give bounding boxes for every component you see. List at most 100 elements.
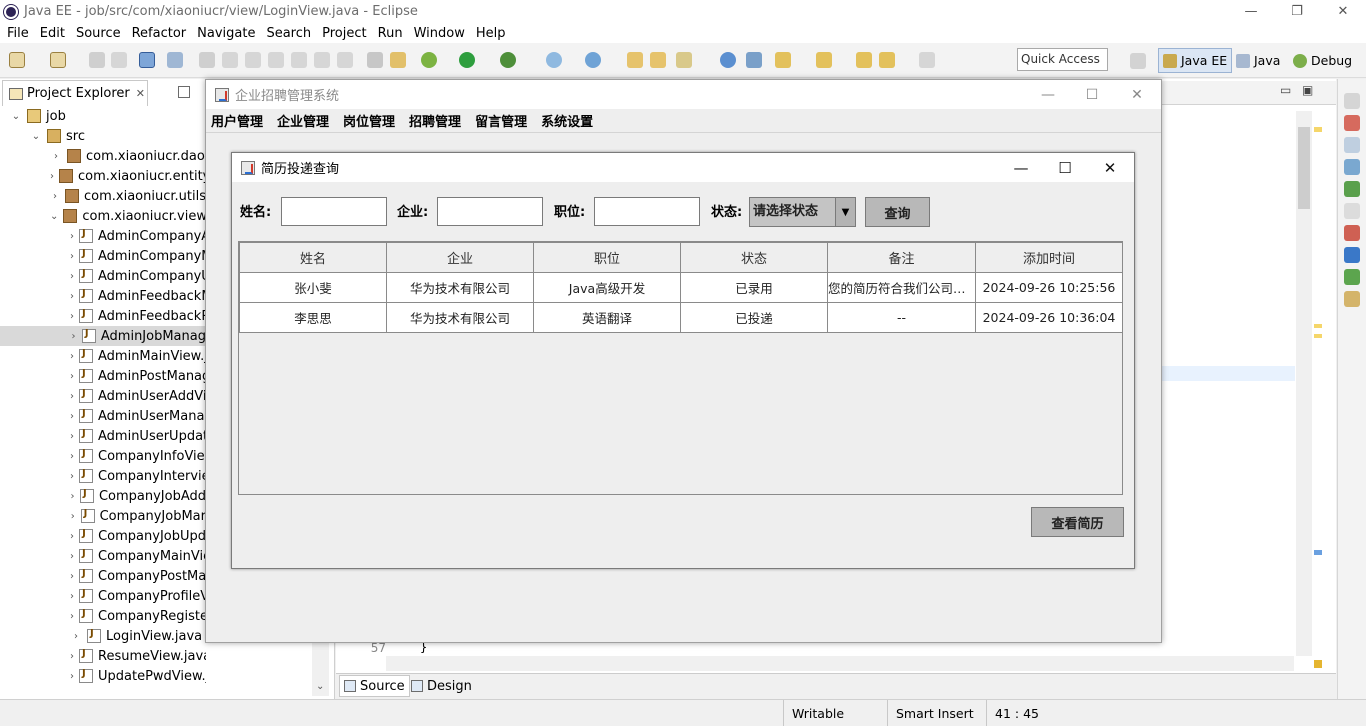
quick-access-input[interactable]: Quick Access xyxy=(1017,48,1108,71)
trim-icon-8[interactable] xyxy=(1344,247,1360,263)
tree-item[interactable]: › AdminCompanyM xyxy=(0,246,206,266)
new-wizard-icon[interactable] xyxy=(50,52,66,68)
cell-status[interactable]: 已投递 xyxy=(680,302,828,333)
design-tab[interactable]: Design xyxy=(407,675,476,697)
scroll-down-icon[interactable]: ⌄ xyxy=(316,681,324,692)
chevron-right-icon[interactable]: › xyxy=(70,491,75,502)
cell-remark[interactable]: 您的简历符合我们公司的... xyxy=(827,272,976,303)
trim-icon-9[interactable] xyxy=(1344,269,1360,285)
cell-company[interactable]: 华为技术有限公司 xyxy=(386,302,534,333)
terminate-icon[interactable] xyxy=(245,52,261,68)
overview-marker[interactable] xyxy=(1314,550,1322,555)
back-icon[interactable] xyxy=(879,52,895,68)
menu-edit[interactable]: Edit xyxy=(40,26,65,41)
menu-search[interactable]: Search xyxy=(266,26,311,41)
tree-item[interactable]: ⌄ src xyxy=(0,126,206,146)
close-icon[interactable]: ✕ xyxy=(1320,0,1366,23)
menu-help[interactable]: Help xyxy=(476,26,506,41)
trim-icon-1[interactable] xyxy=(1344,93,1360,109)
menu-post-management[interactable]: 岗位管理 xyxy=(343,111,395,130)
cell-name[interactable]: 李思思 xyxy=(239,302,387,333)
chevron-right-icon[interactable]: › xyxy=(70,451,74,462)
tree-item[interactable]: › com.xiaoniucr.entity xyxy=(0,166,206,186)
external-tools-icon[interactable] xyxy=(500,52,516,68)
chevron-right-icon[interactable]: › xyxy=(70,251,74,262)
menu-run[interactable]: Run xyxy=(378,26,403,41)
menu-file[interactable]: File xyxy=(7,26,29,41)
resume-icon[interactable] xyxy=(199,52,215,68)
menu-system-settings[interactable]: 系统设置 xyxy=(541,111,593,130)
overview-marker[interactable] xyxy=(1314,334,1322,338)
open-perspective-icon[interactable] xyxy=(1130,53,1146,69)
main-close-icon[interactable]: ✕ xyxy=(1114,80,1160,109)
tree-item[interactable]: › AdminMainView.j xyxy=(0,346,206,366)
console-icon[interactable] xyxy=(139,52,155,68)
chevron-right-icon[interactable]: › xyxy=(70,651,74,662)
trim-icon-7[interactable] xyxy=(1344,225,1360,241)
menu-user-management[interactable]: 用户管理 xyxy=(211,111,263,130)
trim-icon-6[interactable] xyxy=(1344,203,1360,219)
overview-marker[interactable] xyxy=(1314,660,1322,668)
cell-added-time[interactable]: 2024-09-26 10:25:56 xyxy=(975,272,1123,303)
chevron-right-icon[interactable]: › xyxy=(50,171,54,182)
column-header-added-time[interactable]: 添加时间 xyxy=(975,242,1123,273)
menu-project[interactable]: Project xyxy=(322,26,366,41)
table-row[interactable]: 张小斐 华为技术有限公司 Java高级开发 已录用 您的简历符合我们公司的...… xyxy=(239,272,1123,303)
perspective-debug[interactable]: Debug xyxy=(1289,48,1356,73)
minimize-icon[interactable]: — xyxy=(1228,0,1274,23)
column-header-remark[interactable]: 备注 xyxy=(827,242,976,273)
tree-item[interactable]: › AdminJobManag xyxy=(0,326,206,346)
menu-company-management[interactable]: 企业管理 xyxy=(277,111,329,130)
toggle-icon[interactable] xyxy=(367,52,383,68)
tree-item[interactable]: › AdminFeedbackM xyxy=(0,286,206,306)
perspective-java[interactable]: Java xyxy=(1232,48,1284,73)
tree-item[interactable]: › AdminUserAddVi xyxy=(0,386,206,406)
menu-source[interactable]: Source xyxy=(76,26,121,41)
tree-item[interactable]: › ResumeView.java xyxy=(0,646,206,666)
column-header-name[interactable]: 姓名 xyxy=(239,242,387,273)
dialog-minimize-icon[interactable]: — xyxy=(999,153,1043,182)
status-select[interactable]: 请选择状态 ▼ xyxy=(749,197,856,227)
tree-item[interactable]: › CompanyMainVie xyxy=(0,546,206,566)
debug-icon[interactable] xyxy=(421,52,437,68)
perspective-javaee[interactable]: Java EE xyxy=(1158,48,1233,73)
main-maximize-icon[interactable]: ☐ xyxy=(1069,80,1115,109)
source-tab[interactable]: Source xyxy=(339,675,410,697)
overview-marker[interactable] xyxy=(1314,324,1322,328)
tree-item[interactable]: › AdminCompanyU xyxy=(0,266,206,286)
overview-marker[interactable] xyxy=(1314,127,1322,132)
chevron-right-icon[interactable]: › xyxy=(70,631,82,642)
chevron-down-icon[interactable]: ⌄ xyxy=(10,111,22,122)
tree-item[interactable]: › AdminCompanyA xyxy=(0,226,206,246)
chevron-right-icon[interactable]: › xyxy=(70,271,74,282)
search-icon[interactable] xyxy=(676,52,692,68)
company-input[interactable] xyxy=(437,197,543,226)
cell-status[interactable]: 已录用 xyxy=(680,272,828,303)
tree-item[interactable]: › CompanyJobAdd xyxy=(0,486,206,506)
tree-item[interactable]: › CompanyIntervie xyxy=(0,466,206,486)
last-edit-icon[interactable] xyxy=(856,52,872,68)
chevron-right-icon[interactable]: › xyxy=(50,151,62,162)
trim-icon-4[interactable] xyxy=(1344,159,1360,175)
chevron-right-icon[interactable]: › xyxy=(70,531,74,542)
chevron-right-icon[interactable]: › xyxy=(70,431,74,442)
cell-job[interactable]: 英语翻译 xyxy=(533,302,681,333)
step-over-icon[interactable] xyxy=(291,52,307,68)
chevron-right-icon[interactable]: › xyxy=(70,571,74,582)
chevron-right-icon[interactable]: › xyxy=(70,291,74,302)
dialog-maximize-icon[interactable]: ☐ xyxy=(1043,153,1087,182)
refresh-icon[interactable] xyxy=(746,52,762,68)
chevron-down-icon[interactable]: ⌄ xyxy=(50,211,58,222)
tree-item[interactable]: › CompanyJobMar xyxy=(0,506,206,526)
step-into-icon[interactable] xyxy=(268,52,284,68)
name-input[interactable] xyxy=(281,197,387,226)
query-button[interactable]: 查询 xyxy=(865,197,930,227)
chevron-right-icon[interactable]: › xyxy=(70,671,74,682)
chevron-right-icon[interactable]: › xyxy=(70,411,74,422)
menu-window[interactable]: Window xyxy=(414,26,465,41)
restore-icon[interactable]: ❐ xyxy=(1274,0,1320,23)
view-resume-button[interactable]: 查看简历 xyxy=(1031,507,1124,537)
build-icon[interactable] xyxy=(390,52,406,68)
trim-icon-3[interactable] xyxy=(1344,137,1360,153)
tree-item[interactable]: › AdminFeedbackR xyxy=(0,306,206,326)
